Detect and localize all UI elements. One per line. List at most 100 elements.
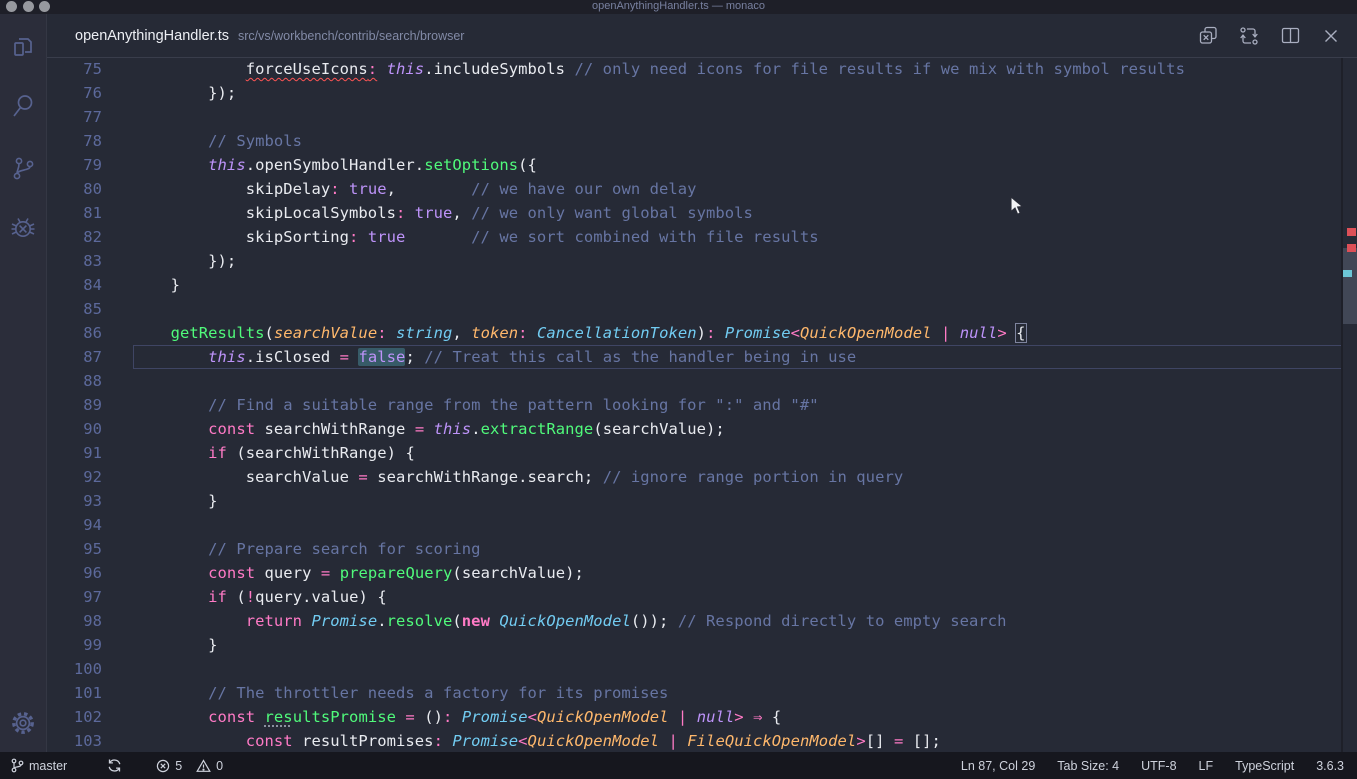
line-number: 97 (47, 585, 102, 609)
code-line-81[interactable]: 81 skipLocalSymbols: true, // we only wa… (47, 201, 1343, 225)
line-number: 89 (47, 393, 102, 417)
ruler-error-marker (1347, 228, 1356, 236)
code-line-83[interactable]: 83 }); (47, 249, 1343, 273)
cursor-position-status[interactable]: Ln 87, Col 29 (961, 759, 1035, 773)
split-editor-button[interactable] (1280, 26, 1300, 46)
compare-changes-button[interactable] (1239, 26, 1259, 46)
line-number: 93 (47, 489, 102, 513)
code-text: this.openSymbolHandler.setOptions({ (133, 153, 537, 177)
code-line-76[interactable]: 76 }); (47, 81, 1343, 105)
editor-actions (1198, 14, 1341, 57)
code-line-82[interactable]: 82 skipSorting: true // we sort combined… (47, 225, 1343, 249)
code-line-86[interactable]: 86 getResults(searchValue: string, token… (47, 321, 1343, 345)
code-text: this.isClosed = false; // Treat this cal… (133, 345, 856, 369)
code-line-99[interactable]: 99 } (47, 633, 1343, 657)
code-content: 75 forceUseIcons: this.includeSymbols //… (47, 58, 1343, 752)
code-line-103[interactable]: 103 const resultPromises: Promise<QuickO… (47, 729, 1343, 752)
open-changes-icon (1199, 26, 1218, 45)
code-text: const query = prepareQuery(searchValue); (133, 561, 584, 585)
code-line-93[interactable]: 93 } (47, 489, 1343, 513)
code-line-90[interactable]: 90 const searchWithRange = this.extractR… (47, 417, 1343, 441)
warning-count: 0 (216, 759, 223, 773)
code-line-89[interactable]: 89 // Find a suitable range from the pat… (47, 393, 1343, 417)
titlebar: openAnythingHandler.ts — monaco (0, 0, 1357, 14)
eol-status[interactable]: LF (1199, 759, 1214, 773)
settings-button[interactable] (9, 709, 37, 737)
close-icon (1323, 28, 1339, 44)
line-number: 82 (47, 225, 102, 249)
code-text: const searchWithRange = this.extractRang… (133, 417, 725, 441)
code-text: }); (133, 249, 236, 273)
window-title: openAnythingHandler.ts — monaco (0, 0, 1357, 14)
code-line-85[interactable]: 85 (47, 297, 1343, 321)
line-number: 102 (47, 705, 102, 729)
code-line-84[interactable]: 84 } (47, 273, 1343, 297)
line-number: 76 (47, 81, 102, 105)
status-bar: master 5 (0, 752, 1357, 779)
vscode-window: openAnythingHandler.ts — monaco (0, 0, 1357, 779)
ruler-selection-marker (1343, 270, 1352, 277)
line-number: 91 (47, 441, 102, 465)
open-changes-button[interactable] (1198, 26, 1218, 46)
status-bar-left: master 5 (10, 758, 223, 773)
settings-gear-icon (9, 709, 37, 737)
tab-size-status[interactable]: Tab Size: 4 (1057, 759, 1119, 773)
sync-button[interactable] (107, 758, 122, 773)
code-line-95[interactable]: 95 // Prepare search for scoring (47, 537, 1343, 561)
source-control-button[interactable] (9, 154, 37, 182)
breadcrumb-filepath: src/vs/workbench/contrib/search/browser (238, 29, 464, 43)
code-line-98[interactable]: 98 return Promise.resolve(new QuickOpenM… (47, 609, 1343, 633)
code-text: } (133, 273, 180, 297)
code-line-78[interactable]: 78 // Symbols (47, 129, 1343, 153)
line-number: 98 (47, 609, 102, 633)
code-text: return Promise.resolve(new QuickOpenMode… (133, 609, 1007, 633)
code-text: if (searchWithRange) { (133, 441, 415, 465)
line-number: 79 (47, 153, 102, 177)
line-number: 80 (47, 177, 102, 201)
encoding-status[interactable]: UTF-8 (1141, 759, 1176, 773)
status-bar-right: Ln 87, Col 29 Tab Size: 4 UTF-8 LF TypeS… (961, 759, 1344, 773)
code-line-102[interactable]: 102 const resultsPromise = (): Promise<Q… (47, 705, 1343, 729)
line-number: 84 (47, 273, 102, 297)
code-line-75[interactable]: 75 forceUseIcons: this.includeSymbols //… (47, 58, 1343, 81)
line-number: 90 (47, 417, 102, 441)
search-button[interactable] (9, 92, 37, 120)
line-number: 95 (47, 537, 102, 561)
close-editor-button[interactable] (1321, 26, 1341, 46)
scrollbar-thumb[interactable] (1343, 248, 1357, 324)
git-branch-status[interactable]: master (10, 758, 67, 773)
code-line-80[interactable]: 80 skipDelay: true, // we have our own d… (47, 177, 1343, 201)
code-text: getResults(searchValue: string, token: C… (133, 321, 1026, 345)
code-line-92[interactable]: 92 searchValue = searchWithRange.search;… (47, 465, 1343, 489)
code-line-96[interactable]: 96 const query = prepareQuery(searchValu… (47, 561, 1343, 585)
explorer-button[interactable] (9, 33, 37, 61)
code-editor[interactable]: 75 forceUseIcons: this.includeSymbols //… (47, 58, 1357, 752)
problems-status[interactable]: 5 0 (156, 759, 223, 773)
editor-title-bar: openAnythingHandler.ts src/vs/workbench/… (47, 14, 1357, 58)
code-line-77[interactable]: 77 (47, 105, 1343, 129)
code-line-101[interactable]: 101 // The throttler needs a factory for… (47, 681, 1343, 705)
line-number: 99 (47, 633, 102, 657)
code-text: searchValue = searchWithRange.search; //… (133, 465, 903, 489)
typescript-version-status[interactable]: 3.6.3 (1316, 759, 1344, 773)
scrollbar-overview-ruler[interactable] (1341, 58, 1357, 752)
code-text: // Find a suitable range from the patter… (133, 393, 819, 417)
compare-changes-icon (1239, 26, 1259, 46)
code-line-100[interactable]: 100 (47, 657, 1343, 681)
code-line-91[interactable]: 91 if (searchWithRange) { (47, 441, 1343, 465)
source-control-icon (10, 155, 36, 181)
line-number: 85 (47, 297, 102, 321)
debug-icon (10, 216, 36, 242)
debug-button[interactable] (9, 215, 37, 243)
warnings-icon (196, 759, 211, 773)
tab-filename[interactable]: openAnythingHandler.ts (75, 28, 229, 44)
code-line-97[interactable]: 97 if (!query.value) { (47, 585, 1343, 609)
line-number: 88 (47, 369, 102, 393)
code-line-87[interactable]: 87 this.isClosed = false; // Treat this … (47, 345, 1343, 369)
code-line-94[interactable]: 94 (47, 513, 1343, 537)
code-line-88[interactable]: 88 (47, 369, 1343, 393)
line-number: 92 (47, 465, 102, 489)
language-status[interactable]: TypeScript (1235, 759, 1294, 773)
search-icon (10, 93, 36, 119)
code-line-79[interactable]: 79 this.openSymbolHandler.setOptions({ (47, 153, 1343, 177)
